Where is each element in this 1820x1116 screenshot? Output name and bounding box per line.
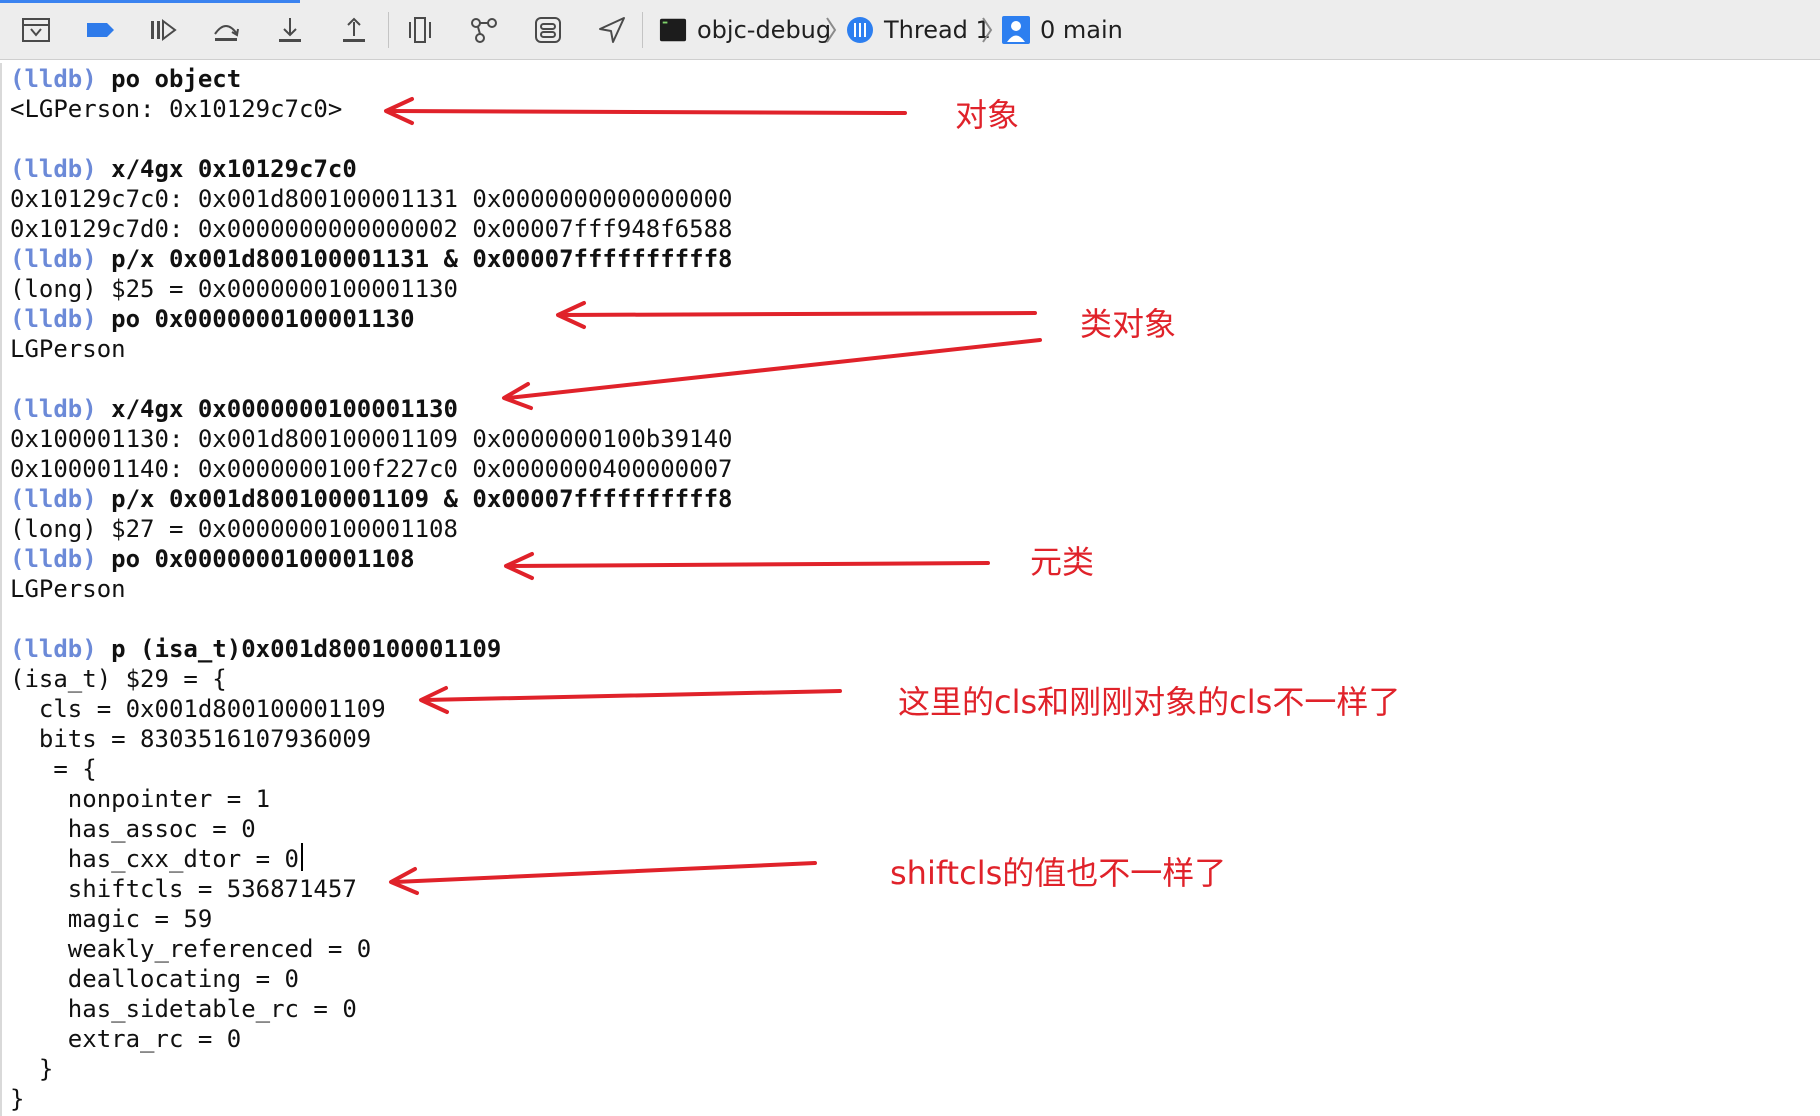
arrow-cls [419, 686, 842, 714]
arrow-shiftcls [389, 861, 817, 895]
arrow-class-object-x [502, 338, 1042, 410]
annotation-metaclass: 元类 [1030, 543, 1095, 581]
arrow-class-object-po [556, 301, 1037, 329]
annotation-cls-differs: 这里的cls和刚刚对象的cls不一样了 [898, 683, 1401, 721]
annotation-class-object: 类对象 [1080, 305, 1177, 343]
annotation-arrows [384, 97, 1042, 895]
arrow-object [384, 97, 907, 125]
annotation-shiftcls-differs: shiftcls的值也不一样了 [890, 854, 1227, 892]
annotation-object: 对象 [955, 96, 1020, 134]
arrow-metaclass [504, 552, 990, 580]
